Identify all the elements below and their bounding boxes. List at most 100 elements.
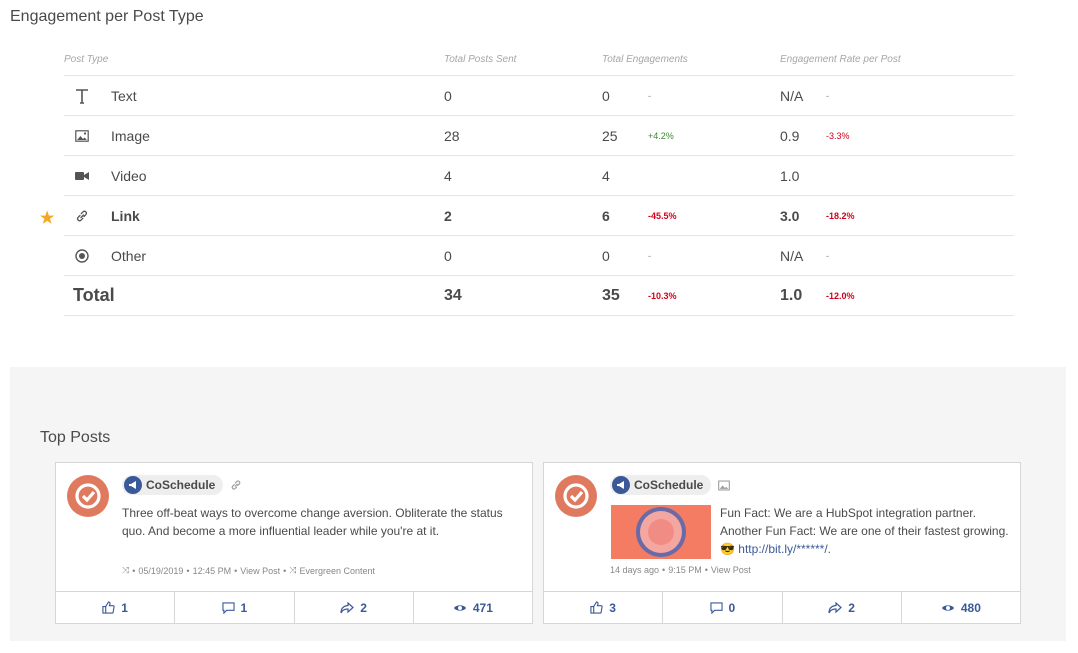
engagements-value: 6 [602, 207, 610, 224]
post-card[interactable]: CoSchedule Fun Fact: We are a HubSpot in… [543, 462, 1021, 624]
coschedule-logo-avatar [555, 475, 597, 517]
engagements-change: - [648, 90, 651, 101]
thumbs-up-icon [102, 601, 115, 614]
post-meta: ⤨ • 05/19/2019 • 12:45 PM • View Post • … [122, 565, 376, 576]
post-type-label: Other [111, 247, 147, 264]
engagements-change: +4.2% [648, 130, 674, 141]
eye-icon [941, 603, 955, 613]
rate-change: - [826, 90, 829, 101]
megaphone-icon [124, 476, 142, 494]
posts-sent-value: 0 [444, 247, 452, 264]
eye-icon [453, 603, 467, 613]
profile-badge[interactable]: CoSchedule [610, 475, 712, 495]
thumbs-up-icon [590, 601, 603, 614]
table-row: Video 4 4 1.0 [64, 156, 1014, 196]
post-text: Three off-beat ways to overcome change a… [122, 506, 503, 538]
header-post-type: Post Type [64, 54, 109, 65]
other-icon [64, 248, 100, 263]
post-time: 9:15 PM [668, 565, 702, 575]
profile-name: CoSchedule [634, 478, 704, 492]
view-post-link[interactable]: View Post [711, 565, 751, 575]
post-date: 14 days ago [610, 565, 660, 575]
rate-change: - [826, 250, 829, 261]
likes-count: 3 [609, 600, 616, 615]
shares-count: 2 [848, 600, 855, 615]
top-posts-panel: Top Posts CoSchedule Three off-beat ways… [10, 367, 1066, 641]
rate-value: 1.0 [780, 167, 800, 184]
total-rate-change: -12.0% [826, 290, 855, 301]
comments-stat[interactable]: 0 [662, 592, 781, 623]
posts-sent-value: 2 [444, 207, 452, 224]
text-icon [64, 88, 100, 104]
post-type-label: Video [111, 167, 147, 184]
share-icon [828, 601, 843, 614]
header-total-engagements: Total Engagements [602, 54, 688, 65]
engagements-value: 0 [602, 247, 610, 264]
engagement-table: Post Type Total Posts Sent Total Engagem… [40, 44, 1014, 316]
post-date: 05/19/2019 [138, 565, 184, 576]
top-posts-title: Top Posts [40, 429, 111, 446]
comments-count: 0 [728, 600, 736, 615]
post-time: 12:45 PM [192, 565, 232, 576]
post-thumbnail[interactable] [611, 505, 711, 559]
rate-value: 0.9 [780, 127, 800, 144]
likes-stat[interactable]: 1 [56, 592, 174, 623]
view-post-link[interactable]: View Post [240, 566, 280, 576]
shares-count: 2 [360, 600, 367, 615]
table-row: Text 0 0 - N/A - [64, 76, 1014, 116]
posts-sent-value: 4 [444, 167, 452, 184]
comments-stat[interactable]: 1 [174, 592, 293, 623]
shuffle-icon: ⤨ [289, 565, 297, 575]
link-icon [230, 478, 242, 496]
share-icon [340, 601, 355, 614]
post-stats: 1 1 2 471 [56, 591, 532, 623]
shares-stat[interactable]: 2 [293, 592, 413, 623]
profile-name: CoSchedule [146, 478, 216, 492]
rate-value: N/A [780, 247, 804, 264]
total-engagements-change: -10.3% [648, 290, 677, 301]
views-stat[interactable]: 480 [900, 592, 1020, 623]
engagements-change: - [648, 250, 651, 261]
profile-badge[interactable]: CoSchedule [122, 475, 224, 495]
table-row: ★ Link 2 6 -45.5% 3.0 -18.2% [40, 196, 1014, 236]
views-count: 471 [472, 600, 493, 615]
evergreen-tag: Evergreen Content [299, 565, 376, 576]
post-link[interactable]: http://bit.ly/******/. [738, 542, 831, 556]
video-icon [64, 171, 100, 181]
header-engagement-rate: Engagement Rate per Post [780, 54, 901, 65]
post-type-label: Link [111, 207, 140, 224]
shares-stat[interactable]: 2 [781, 592, 901, 623]
total-engagements: 35 [602, 286, 620, 304]
post-type-label: Image [111, 127, 150, 144]
views-count: 480 [960, 600, 981, 615]
engagements-change: -45.5% [648, 210, 677, 221]
shuffle-icon: ⤨ [122, 565, 130, 575]
coschedule-logo-avatar [67, 475, 109, 517]
rate-change: -3.3% [826, 130, 850, 141]
rate-value: N/A [780, 87, 804, 104]
section-title: Engagement per Post Type [10, 8, 204, 25]
post-type-label: Text [111, 87, 137, 104]
likes-stat[interactable]: 3 [544, 592, 662, 623]
table-row: Image 28 25 +4.2% 0.9 -3.3% [64, 116, 1014, 156]
views-stat[interactable]: 471 [412, 592, 532, 623]
comment-icon [709, 601, 723, 614]
total-label: Total [73, 285, 115, 305]
post-card[interactable]: CoSchedule Three off-beat ways to overco… [55, 462, 533, 624]
total-rate: 1.0 [780, 286, 803, 304]
post-stats: 3 0 2 480 [544, 591, 1020, 623]
likes-count: 1 [121, 600, 128, 615]
header-total-posts-sent: Total Posts Sent [444, 54, 517, 65]
image-icon [718, 478, 730, 496]
post-text: Fun Fact: We are a HubSpot integration p… [720, 504, 1016, 558]
link-icon [64, 209, 100, 223]
posts-sent-value: 0 [444, 87, 452, 104]
star-icon: ★ [40, 210, 55, 227]
post-meta: 14 days ago • 9:15 PM • View Post [610, 565, 751, 575]
comments-count: 1 [240, 600, 248, 615]
rate-value: 3.0 [780, 207, 800, 224]
engagements-value: 25 [602, 127, 618, 144]
post-text-body: Fun Fact: We are a HubSpot integration p… [720, 506, 1009, 538]
megaphone-icon [612, 476, 630, 494]
posts-sent-value: 28 [444, 127, 460, 144]
